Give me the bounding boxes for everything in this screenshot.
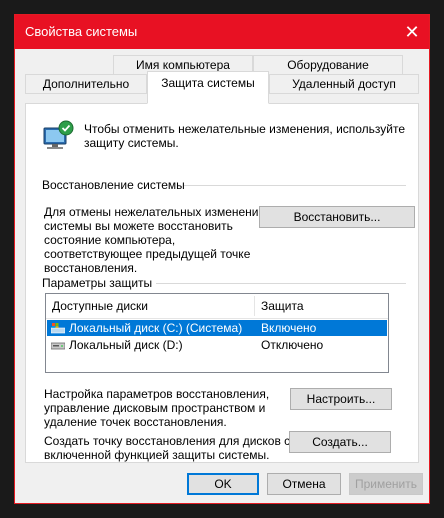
tab-computer-name-label: Имя компьютера <box>136 58 230 72</box>
intro-text-line1: Чтобы отменить нежелательные изменения, … <box>84 122 406 136</box>
protection-group-divider <box>156 283 406 284</box>
cancel-button-label: Отмена <box>282 477 326 491</box>
cancel-button[interactable]: Отмена <box>267 473 341 495</box>
configure-button[interactable]: Настроить... <box>290 388 392 410</box>
restore-button[interactable]: Восстановить... <box>259 206 415 228</box>
drive-list-header: Доступные диски Защита <box>46 294 388 319</box>
column-header-drives[interactable]: Доступные диски <box>46 294 254 318</box>
title-bar[interactable]: Свойства системы ✕ <box>15 15 429 49</box>
tab-hardware-label: Оборудование <box>287 58 369 72</box>
restore-group-divider <box>184 185 406 186</box>
drive-d-status: Отключено <box>261 338 324 352</box>
system-properties-dialog: Свойства системы ✕ Имя компьютера Оборуд… <box>14 14 430 504</box>
window-title: Свойства системы <box>25 24 138 39</box>
configure-button-label: Настроить... <box>306 392 376 406</box>
tab-advanced-label: Дополнительно <box>42 77 130 91</box>
configure-desc-line1: Настройка параметров восстановления, <box>44 387 270 401</box>
restore-group-label: Восстановление системы <box>42 178 185 192</box>
ok-button[interactable]: OK <box>187 473 259 495</box>
tab-hardware[interactable]: Оборудование <box>253 55 403 75</box>
configure-desc-line3: удаление точек восстановления. <box>44 415 227 429</box>
create-button-label: Создать... <box>312 435 368 449</box>
drive-c-name: Локальный диск (C:) (Система) <box>69 321 243 335</box>
tab-system-protection-label: Защита системы <box>161 76 255 90</box>
system-drive-icon <box>50 322 66 334</box>
computer-shield-icon <box>40 120 76 152</box>
restore-desc-line2: системы вы можете восстановить <box>44 219 233 233</box>
create-button[interactable]: Создать... <box>289 431 391 453</box>
drive-c-status: Включено <box>261 321 317 335</box>
tab-advanced[interactable]: Дополнительно <box>25 74 147 94</box>
apply-button[interactable]: Применить <box>349 473 423 495</box>
drive-icon <box>50 339 66 351</box>
restore-desc-line5: восстановления. <box>44 261 138 275</box>
tab-panel-system-protection: Чтобы отменить нежелательные изменения, … <box>25 103 419 463</box>
restore-desc-line4: соответствующее предыдущей точке <box>44 247 251 261</box>
apply-button-label: Применить <box>354 477 417 491</box>
drive-row-d[interactable]: Локальный диск (D:) Отключено <box>47 337 387 353</box>
tab-remote-access-label: Удаленный доступ <box>292 77 396 91</box>
restore-button-label: Восстановить... <box>293 210 381 224</box>
close-icon: ✕ <box>404 21 420 42</box>
drive-list[interactable]: Доступные диски Защита Локальный диск (C… <box>45 293 389 373</box>
column-header-protection[interactable]: Защита <box>255 294 388 318</box>
protection-group-label: Параметры защиты <box>42 276 153 290</box>
restore-desc-line1: Для отмены нежелательных изменений <box>44 205 266 219</box>
close-button[interactable]: ✕ <box>395 15 429 49</box>
ok-button-label: OK <box>214 477 232 491</box>
configure-desc-line2: управление дисковым пространством и <box>44 401 266 415</box>
tab-remote-access[interactable]: Удаленный доступ <box>269 74 419 94</box>
drive-row-c[interactable]: Локальный диск (C:) (Система) Включено <box>47 320 387 336</box>
column-header-protection-label: Защита <box>261 299 304 313</box>
window-backdrop: Свойства системы ✕ Имя компьютера Оборуд… <box>0 0 444 518</box>
drive-d-name: Локальный диск (D:) <box>69 338 183 352</box>
intro-text-line2: защиту системы. <box>84 136 179 150</box>
create-desc-line2: включенной функцией защиты системы. <box>44 448 270 462</box>
dialog-client-area: Имя компьютера Оборудование Дополнительн… <box>15 49 429 503</box>
column-header-drives-label: Доступные диски <box>52 299 148 313</box>
restore-desc-line3: состояние компьютера, <box>44 233 176 247</box>
tab-system-protection[interactable]: Защита системы <box>147 71 269 104</box>
create-desc-line1: Создать точку восстановления для дисков … <box>44 434 291 448</box>
